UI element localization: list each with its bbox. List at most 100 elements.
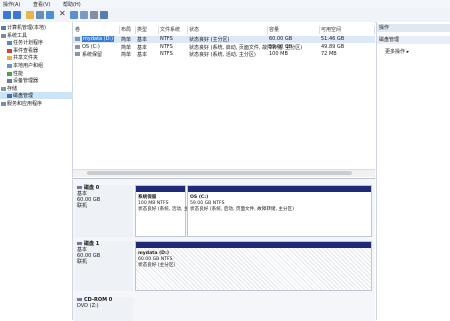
table-cell: 简单 [121, 44, 132, 51]
table-cell: 状态良好 (主分区) [189, 37, 230, 43]
users-icon [7, 64, 12, 68]
table-cell: NTFS [160, 36, 173, 42]
column-header[interactable]: 状态 [188, 26, 268, 34]
partition-bar [136, 186, 185, 192]
tree-item[interactable]: 任务计划程序 [0, 39, 78, 46]
help-book-icon[interactable] [100, 11, 108, 19]
table-cell: 基本 [137, 37, 148, 43]
table-cell: mydata (D:) [82, 36, 115, 42]
performance-icon [7, 71, 12, 76]
column-header[interactable]: 文件系统 [159, 26, 188, 34]
menu-action[interactable]: 操作(A) [3, 1, 20, 8]
tree-item-label: 本地用户和组 [13, 63, 44, 69]
export-icon[interactable] [70, 11, 78, 19]
tree-item[interactable]: 本地用户和组 [0, 62, 78, 69]
disk-icon [77, 242, 82, 245]
tree-item[interactable]: 服务和应用程序 [0, 100, 72, 107]
column-header[interactable]: 容量 [268, 26, 320, 34]
column-header[interactable]: 可用空间 [320, 26, 375, 34]
table-cell: 基本 [137, 44, 148, 51]
cdrom-icon [77, 298, 82, 301]
partition-line2: 状态良好 (主分区) [138, 263, 176, 268]
column-header[interactable]: 布局 [120, 26, 136, 34]
table-cell: 系统保留 [82, 52, 103, 58]
partition-box[interactable]: OS (C:) 59.00 GB NTFS 状态良好 (系统, 启动, 页面文件, … [187, 185, 372, 237]
help-icon[interactable] [46, 11, 54, 19]
tree-item[interactable]: 事件查看器 [0, 47, 78, 54]
tree-item-label: 系统工具 [7, 32, 28, 39]
table-cell: 100 MB [269, 51, 288, 57]
tree-item[interactable]: 磁盘管理 [0, 92, 78, 100]
tree-item[interactable]: 设备管理器 [0, 77, 78, 84]
tree-item-label: 计算机管理(本地) [7, 25, 46, 31]
menu-view[interactable]: 查看(V) [33, 1, 50, 8]
partition-bar [136, 242, 371, 248]
more-actions-link[interactable]: 更多操作 ▸ [385, 48, 409, 55]
services-icon [1, 102, 6, 106]
tree-item[interactable]: 共享文件夹 [0, 54, 78, 61]
tree-item-label: 任务计划程序 [13, 40, 44, 47]
horizontal-scrollbar[interactable] [73, 169, 375, 177]
actions-pane: 操作 磁盘管理 更多操作 ▸ [376, 22, 450, 320]
tree-item[interactable]: 计算机管理(本地) [0, 24, 72, 31]
volume-list: 卷布局 类型 文件系统 状态 容量 可用空间 mydata (D:) 简单 基本 NTFS 状态良好… [73, 22, 375, 177]
partition-bar [188, 186, 371, 192]
tree-item-label: 共享文件夹 [13, 55, 39, 62]
toolbar: ✕ [0, 8, 450, 23]
disk-label[interactable]: CD-ROM 0 DVD (Z:) [75, 297, 133, 321]
volume-icon [75, 44, 80, 49]
navigation-tree: 计算机管理(本地) 系统工具 任务计划程序 事件查看器 共享文件夹 本地用户和组 性能 设备管… [0, 22, 78, 320]
table-cell: NTFS [160, 51, 173, 57]
menu-bar: 操作(A) 查看(V) 帮助(H) [0, 0, 450, 8]
table-cell: 51.46 GB [321, 36, 345, 42]
tree-item-label: 事件查看器 [13, 47, 39, 54]
tree-item[interactable]: 性能 [0, 70, 78, 77]
back-icon[interactable] [3, 11, 11, 19]
tree-item[interactable]: 系统工具 [0, 32, 72, 39]
list-icon[interactable] [90, 11, 98, 19]
disk-map: 磁盘 0 基本 60.00 GB 联机 系统保留 100 MB NTFS 状态良好 (系统,… [73, 178, 375, 321]
table-cell: 72 MB [321, 51, 337, 57]
disk-icon [77, 186, 82, 189]
folder-icon [7, 56, 12, 61]
partition-box[interactable]: 系统保留 100 MB NTFS 状态良好 (系统, 活动, 主分区) [135, 185, 199, 237]
disk-type: DVD (Z:) [77, 303, 99, 309]
tree-item-label: 设备管理器 [13, 78, 39, 85]
menu-help[interactable]: 帮助(H) [63, 1, 81, 8]
partition-box[interactable]: mydata (D:) 60.00 GB NTFS 状态良好 (主分区) [135, 241, 372, 291]
volume-icon [75, 52, 80, 56]
more-actions-label: 更多操作 [385, 49, 406, 55]
settings-icon[interactable] [80, 11, 88, 19]
disk-status: 联机 [77, 203, 88, 209]
table-cell: 59.00 GB [269, 43, 293, 50]
table-cell: 简单 [121, 52, 132, 58]
properties-icon[interactable] [36, 11, 44, 19]
column-header[interactable]: 卷 [74, 26, 120, 34]
actions-header: 操作 [377, 24, 450, 32]
table-cell: OS (C:) [82, 43, 100, 50]
up-icon[interactable] [26, 11, 34, 19]
table-cell: NTFS [160, 43, 173, 50]
disk-label[interactable]: 磁盘 1 基本 60.00 GB 联机 [75, 241, 133, 291]
disk-label[interactable]: 磁盘 0 基本 60.00 GB 联机 [75, 185, 133, 237]
forward-icon[interactable] [13, 11, 21, 19]
computer-icon [1, 26, 6, 30]
chevron-right-icon: ▸ [405, 49, 410, 55]
disk-icon [7, 94, 12, 99]
table-cell: 基本 [137, 52, 148, 58]
partition-line2: 状态良好 (系统, 启动, 页面文件, 故障转储, 主分区) [190, 207, 295, 212]
tree-item[interactable]: 存储 [0, 85, 72, 92]
tree-item-label: 性能 [13, 70, 24, 77]
table-cell: 60.00 GB [269, 36, 293, 42]
scrollbar-thumb[interactable] [87, 171, 352, 175]
tree-item-label: 存储 [7, 85, 18, 92]
volume-icon [75, 37, 80, 41]
clock-icon [7, 41, 12, 46]
actions-section-disk-management[interactable]: 磁盘管理 [377, 36, 450, 44]
delete-icon[interactable]: ✕ [59, 10, 67, 18]
tree-item-label: 磁盘管理 [13, 93, 34, 100]
column-header[interactable]: 类型 [136, 26, 159, 34]
disk-status: 联机 [77, 259, 88, 265]
table-cell: 状态良好 (系统, 活动, 主分区) [189, 52, 256, 58]
device-icon [7, 79, 12, 84]
